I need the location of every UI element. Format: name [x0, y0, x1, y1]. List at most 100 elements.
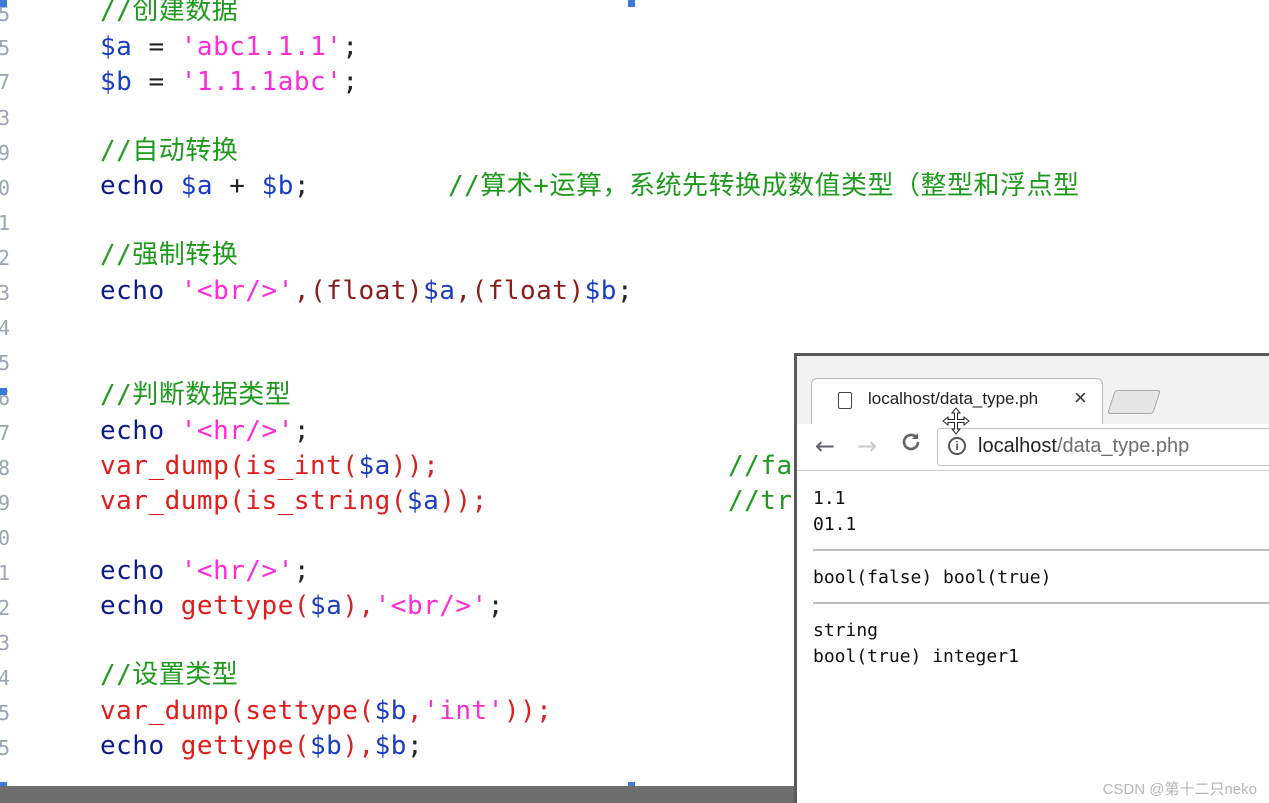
keyword: echo — [100, 171, 181, 201]
punctuation: ; — [487, 591, 504, 621]
page-output: 1.1 01.1 — [813, 486, 1269, 538]
code-line: echo gettype($b),$b; — [100, 729, 423, 763]
reload-icon[interactable] — [899, 430, 923, 461]
resize-handle[interactable] — [0, 0, 7, 7]
line-number: 1 — [0, 561, 10, 585]
string-literal: '1.1.1abc' — [180, 67, 343, 97]
comment: //自动转换 — [100, 136, 239, 166]
operator: = — [132, 67, 181, 97]
comment: //算术+运算，系统先转换成数值类型（整型和浮点型 — [448, 171, 1080, 201]
code-line: var_dump(is_int($a)); — [100, 449, 439, 483]
variable: $b — [100, 67, 133, 97]
string-literal: 'abc1.1.1' — [180, 32, 343, 62]
punctuation: ; — [342, 67, 359, 97]
variable: $a — [100, 32, 133, 62]
url-text: localhost/data_type.php — [978, 435, 1189, 458]
move-cursor-icon — [941, 406, 971, 440]
line-number: 2 — [0, 596, 10, 620]
code-line: //设置类型 — [100, 658, 238, 692]
close-icon[interactable]: × — [1074, 385, 1087, 411]
punctuation: ; — [616, 276, 634, 306]
punctuation: ; — [406, 731, 424, 761]
code-line: //自动转换 — [100, 134, 238, 168]
move-cursor-svg — [942, 407, 970, 435]
punctuation: ; — [293, 556, 311, 586]
punctuation: )); — [390, 451, 440, 481]
variable: $a — [423, 276, 456, 306]
variable: $b — [374, 696, 407, 726]
line-number: 9 — [0, 491, 10, 515]
line-number: 3 — [0, 106, 10, 130]
browser-toolbar: ← → i localhost/data_type.php — [797, 424, 1269, 471]
line-number: 5 — [0, 736, 10, 760]
output-line: string — [813, 620, 879, 641]
operator: = — [132, 32, 181, 62]
line-number: 5 — [0, 36, 10, 60]
code-line: $b = '1.1.1abc'; — [100, 65, 358, 99]
line-number: 0 — [0, 176, 10, 200]
operator: + — [213, 171, 262, 201]
back-arrow-icon[interactable]: ← — [815, 432, 835, 460]
line-number: 1 — [0, 211, 10, 235]
string-literal: '<hr/>' — [180, 416, 294, 446]
code-line: var_dump(settype($b,'int')); — [100, 694, 552, 728]
line-number: 3 — [0, 281, 10, 305]
comment: //强制转换 — [100, 240, 239, 270]
variable: $a — [180, 171, 214, 201]
line-number-gutter: 5 5 7 3 9 0 1 2 3 4 5 6 7 8 9 0 1 2 3 4 … — [0, 0, 22, 790]
line-number: 4 — [0, 316, 10, 340]
punctuation: ), — [342, 591, 375, 621]
browser-window[interactable]: localhost/data_type.ph × ← → i localhost… — [794, 353, 1269, 803]
resize-handle[interactable] — [0, 388, 7, 395]
punctuation: , — [406, 696, 424, 726]
horizontal-rule — [813, 602, 1269, 604]
comment: //创建数据 — [100, 0, 239, 26]
variable: $a — [310, 591, 343, 621]
function-call: gettype( — [180, 591, 311, 621]
comment: //设置类型 — [100, 660, 239, 690]
code-line: echo '<hr/>'; — [100, 554, 310, 588]
comment: //tr — [728, 486, 793, 516]
code-line: echo '<br/>',(float)$a,(float)$b; — [100, 274, 633, 308]
resize-handle[interactable] — [628, 0, 635, 7]
variable: $a — [406, 486, 440, 516]
code-line: //强制转换 — [100, 238, 238, 272]
watermark: CSDN @第十二只neko — [1102, 781, 1257, 798]
punctuation: )); — [439, 486, 488, 516]
variable: $a — [358, 451, 391, 481]
function-call: var_dump(is_int( — [100, 451, 359, 481]
cast: ,(float) — [455, 276, 585, 306]
output-line: 1.1 — [813, 488, 846, 509]
code-line: echo '<hr/>'; — [100, 414, 310, 448]
punctuation: )); — [503, 696, 553, 726]
code-line: echo gettype($a),'<br/>'; — [100, 589, 504, 623]
code-line: //创建数据 — [100, 0, 238, 28]
string-literal: '<br/>' — [180, 276, 294, 306]
punctuation: ; — [342, 32, 359, 62]
line-number: 5 — [0, 351, 10, 375]
punctuation: ; — [293, 171, 311, 201]
string-literal: '<hr/>' — [180, 556, 294, 586]
line-number: 3 — [0, 631, 10, 655]
forward-arrow-icon[interactable]: → — [857, 432, 877, 460]
page-icon — [838, 392, 852, 409]
function-call: var_dump(settype( — [100, 696, 375, 726]
line-number: 7 — [0, 70, 10, 94]
variable: $b — [584, 276, 617, 306]
code-line: var_dump(is_string($a)); — [100, 484, 488, 518]
comment: //fa — [728, 451, 793, 481]
keyword: echo — [100, 416, 181, 446]
code-line: $a = 'abc1.1.1'; — [100, 30, 358, 64]
reload-icon-svg — [902, 433, 920, 451]
address-bar[interactable]: i localhost/data_type.php — [937, 428, 1269, 466]
tab-strip: localhost/data_type.ph × — [797, 356, 1269, 425]
cast: ,(float) — [293, 276, 424, 306]
variable: $b — [261, 171, 294, 201]
variable: $b — [310, 731, 343, 761]
line-number: 9 — [0, 141, 10, 165]
keyword: echo — [100, 276, 181, 306]
variable: $b — [374, 731, 407, 761]
function-call: gettype( — [180, 731, 311, 761]
new-tab-button[interactable] — [1107, 390, 1161, 414]
output-line: 01.1 — [813, 514, 857, 535]
